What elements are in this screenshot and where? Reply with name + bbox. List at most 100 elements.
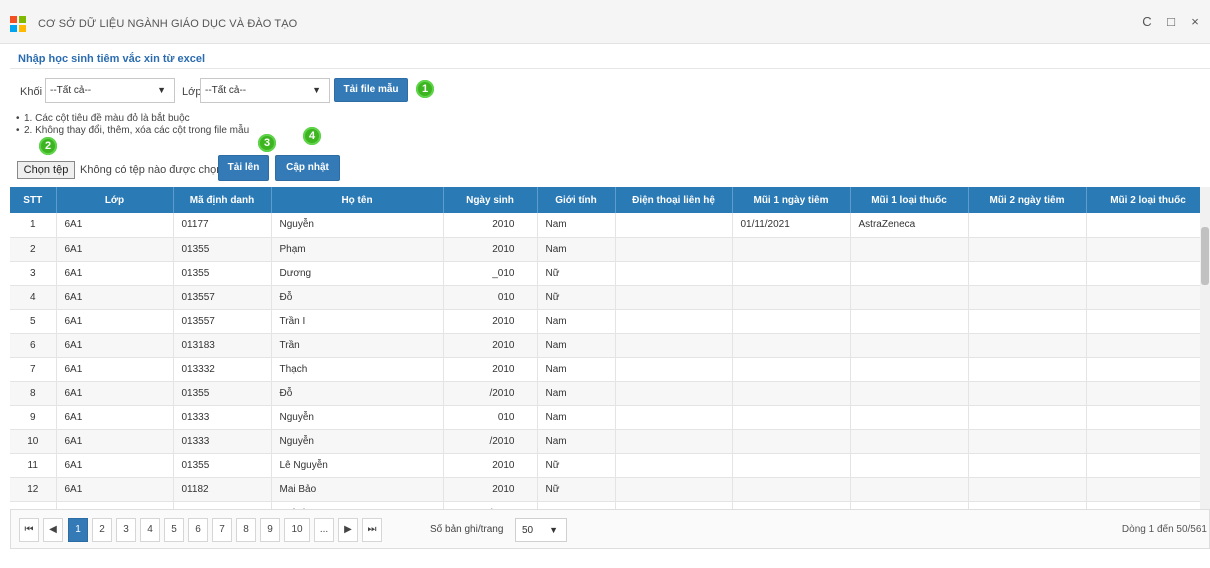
cell-class: 6A1 (56, 309, 174, 334)
class-select[interactable]: --Tất cả-- ▼ (200, 78, 330, 103)
cell-stt: 4 (10, 285, 57, 310)
cell-dose1-vaccine: AstraZeneca (850, 213, 969, 238)
cell-phone (615, 213, 733, 238)
table-row[interactable]: 7 6A1 013332 Thạch 2010 Nam (10, 357, 1210, 382)
cell-dose2-vaccine (1086, 309, 1210, 334)
cell-stt: 2 (10, 237, 57, 262)
cell-dose2-date (968, 309, 1087, 334)
cell-dose2-date (968, 333, 1087, 358)
cell-id: 01182 (173, 477, 272, 502)
pagination-bar: ⏮ ◀ 1 2 3 4 5 6 7 8 9 10 ... ▶ ⏭ Số bản … (10, 509, 1210, 549)
table-row[interactable]: 12 6A1 01182 Mai Bảo 2010 Nữ (10, 477, 1210, 502)
page-button-4[interactable]: 4 (140, 518, 160, 542)
maximize-icon[interactable]: □ (1162, 14, 1180, 29)
table-row[interactable]: 6 6A1 013183 Trần 2010 Nam (10, 333, 1210, 358)
table-row[interactable]: 9 6A1 01333 Nguyễn 010 Nam (10, 405, 1210, 430)
table-row[interactable]: 3 6A1 01355 Dương _010 Nữ (10, 261, 1210, 286)
col-header-phone[interactable]: Điện thoại liên hệ (615, 187, 733, 213)
col-header-dose2-date[interactable]: Mũi 2 ngày tiêm (968, 187, 1087, 213)
col-header-dose1-vaccine[interactable]: Mũi 1 loại thuốc (850, 187, 969, 213)
grade-select[interactable]: --Tất cả-- ▼ (45, 78, 175, 103)
upload-button[interactable]: Tải lên (218, 155, 269, 181)
cell-id: 01355 (173, 381, 272, 406)
cell-dose2-vaccine (1086, 261, 1210, 286)
page-button-3[interactable]: 3 (116, 518, 136, 542)
vertical-scrollbar[interactable] (1200, 187, 1210, 509)
cell-dob: 2010 (443, 477, 538, 502)
table-row[interactable]: 10 6A1 01333 Nguyễn/2010 Nam (10, 429, 1210, 454)
col-header-name[interactable]: Họ tên (271, 187, 444, 213)
page-size-value: 50 (522, 525, 534, 536)
table-row[interactable]: 8 6A1 01355 Đỗ/2010 Nam (10, 381, 1210, 406)
last-page-icon[interactable]: ⏭ (362, 518, 382, 542)
cell-dose2-date (968, 477, 1087, 502)
chevron-down-icon: ▼ (312, 85, 321, 95)
cell-name: Huỳnh (271, 501, 444, 509)
cell-gender: Nữ (537, 477, 616, 502)
table-row[interactable]: 4 6A1 013557 Đỗ 010 Nữ (10, 285, 1210, 310)
refresh-icon[interactable]: C (1138, 14, 1156, 29)
page-button-6[interactable]: 6 (188, 518, 208, 542)
cell-class: 6A1 (56, 429, 174, 454)
page-button-9[interactable]: 9 (260, 518, 280, 542)
cell-class: 6A1 (56, 501, 174, 509)
cell-dob: 2010 (443, 309, 538, 334)
cell-gender: Nam (537, 405, 616, 430)
page-size-select[interactable]: 50 ▼ (515, 518, 567, 542)
cell-stt: 3 (10, 261, 57, 286)
cell-class: 6A1 (56, 333, 174, 358)
col-header-stt[interactable]: STT (10, 187, 57, 213)
cell-phone (615, 477, 733, 502)
page-button-10[interactable]: 10 (284, 518, 310, 542)
scrollbar-thumb[interactable] (1201, 227, 1209, 285)
close-icon[interactable]: × (1186, 14, 1204, 29)
download-template-button[interactable]: Tải file mẫu (334, 78, 408, 102)
cell-dose2-vaccine (1086, 357, 1210, 382)
page-button-5[interactable]: 5 (164, 518, 184, 542)
cell-id: 01355 (173, 453, 272, 478)
col-header-id[interactable]: Mã định danh (173, 187, 272, 213)
cell-dob: 010 (443, 405, 538, 430)
choose-file-button[interactable]: Chọn tệp (17, 161, 75, 179)
col-header-gender[interactable]: Giới tính (537, 187, 616, 213)
cell-dob: /2010 (443, 381, 538, 406)
cell-dose2-date (968, 261, 1087, 286)
cell-name: Nguyễn (271, 429, 444, 454)
table-row[interactable]: 5 6A1 013557 Trần I 2010 Nam (10, 309, 1210, 334)
page-size-label: Số bản ghi/trang (430, 524, 504, 535)
next-page-icon[interactable]: ▶ (338, 518, 358, 542)
page-button-2[interactable]: 2 (92, 518, 112, 542)
cell-stt: 12 (10, 477, 57, 502)
update-button[interactable]: Cập nhật (275, 155, 340, 181)
cell-id: 01355 (173, 237, 272, 262)
cell-phone (615, 333, 733, 358)
table-row[interactable]: 2 6A1 01355 Phạm 2010 Nam (10, 237, 1210, 262)
col-header-class[interactable]: Lớp (56, 187, 174, 213)
table-row[interactable]: 136A101355Huỳnh/2010Nam (10, 501, 1210, 509)
table-row[interactable]: 11 6A1 01355 Lê Nguyễn 2010 Nữ (10, 453, 1210, 478)
class-select-value: --Tất cả-- (205, 85, 247, 96)
chevron-down-icon: ▼ (157, 85, 166, 95)
page-button-more[interactable]: ... (314, 518, 334, 542)
first-page-icon[interactable]: ⏮ (19, 518, 39, 542)
cell-dose1-date (732, 453, 851, 478)
cell-phone (615, 381, 733, 406)
cell-dose1-vaccine (850, 381, 969, 406)
cell-phone (615, 453, 733, 478)
cell-dose1-vaccine (850, 405, 969, 430)
cell-phone (615, 237, 733, 262)
page-button-1[interactable]: 1 (68, 518, 88, 542)
col-header-dob[interactable]: Ngày sinh (443, 187, 538, 213)
cell-gender: Nữ (537, 261, 616, 286)
table-row[interactable]: 1 6A1 01177 Nguyễn 2010 Nam 01/11/2021 AstraZen… (10, 213, 1210, 238)
page-button-8[interactable]: 8 (236, 518, 256, 542)
cell-id: 01177 (173, 213, 272, 238)
col-header-dose2-vaccine[interactable]: Mũi 2 loại thuốc (1086, 187, 1210, 213)
col-header-dose1-date[interactable]: Mũi 1 ngày tiêm (732, 187, 851, 213)
cell-phone (615, 285, 733, 310)
page-button-7[interactable]: 7 (212, 518, 232, 542)
cell-phone (615, 357, 733, 382)
prev-page-icon[interactable]: ◀ (43, 518, 63, 542)
cell-name: Trần I (271, 309, 444, 334)
grade-select-value: --Tất cả-- (50, 85, 92, 96)
